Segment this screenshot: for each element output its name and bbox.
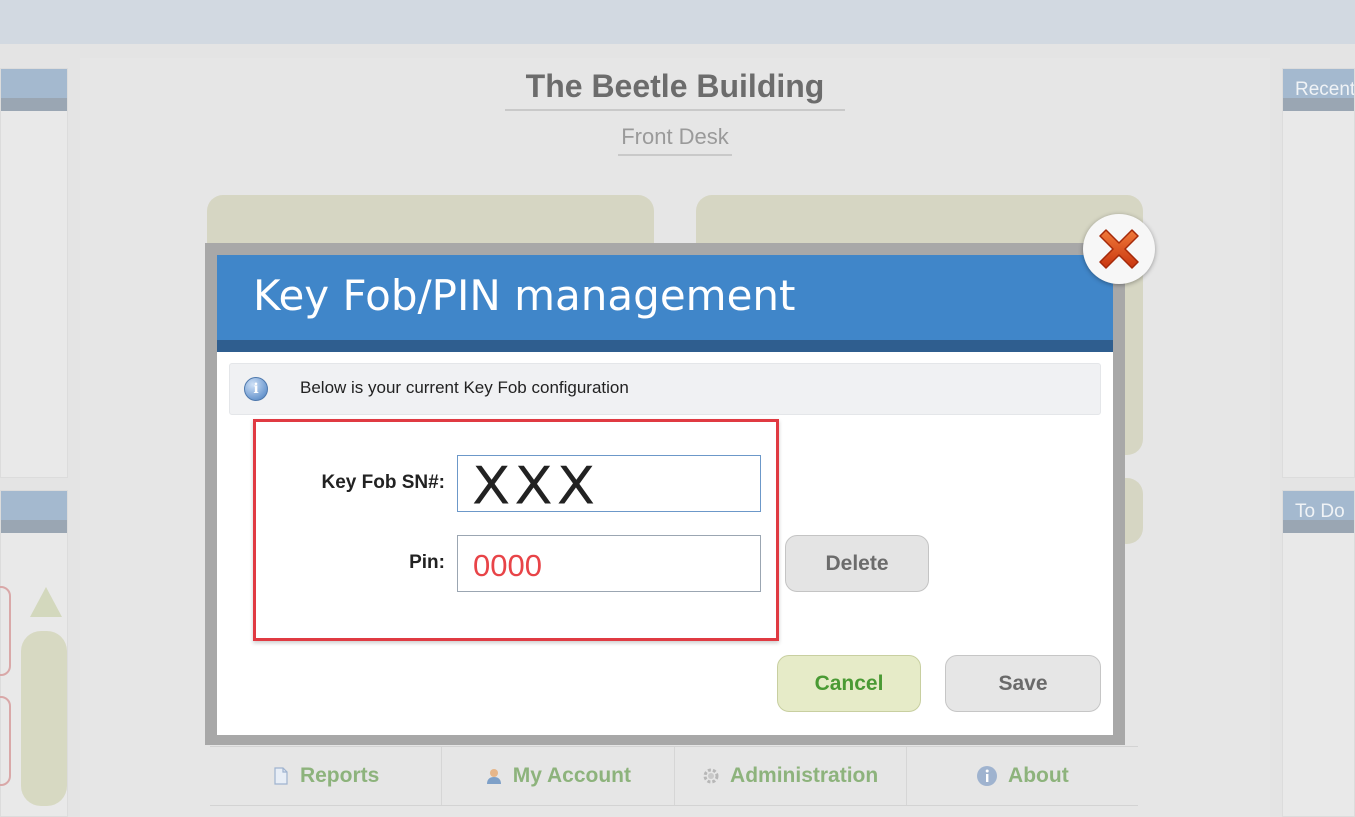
todo-panel: To Do: [1282, 490, 1355, 817]
gear-icon: [702, 767, 720, 785]
bottom-nav: Reports My Account Administration About: [210, 746, 1138, 806]
nav-my-account[interactable]: My Account: [442, 747, 675, 805]
close-x-icon: [1099, 229, 1139, 269]
nav-about-label: About: [1008, 764, 1069, 787]
delete-button[interactable]: Delete: [785, 535, 929, 592]
top-bar: [0, 0, 1355, 44]
nav-reports-label: Reports: [299, 764, 380, 787]
left-list-card[interactable]: [0, 696, 11, 786]
save-button[interactable]: Save: [945, 655, 1101, 712]
highlight-annotation-box: [253, 419, 779, 641]
recent-panel: Recent: [1282, 68, 1355, 478]
pin-label: Pin:: [409, 552, 445, 573]
scrollbar-track[interactable]: [21, 631, 67, 806]
nav-my-account-label: My Account: [512, 764, 631, 787]
recent-panel-header: Recent: [1283, 69, 1354, 111]
info-bar: i Below is your current Key Fob configur…: [229, 363, 1101, 415]
key-fob-input[interactable]: XXX: [457, 455, 761, 516]
nav-reports[interactable]: Reports: [210, 747, 443, 805]
building-title: The Beetle Building: [505, 68, 845, 111]
building-subtitle: Front Desk: [618, 124, 732, 156]
nav-about[interactable]: About: [907, 747, 1138, 805]
document-icon: [272, 767, 290, 785]
user-icon: [485, 767, 503, 785]
info-icon: i: [244, 377, 268, 401]
key-fob-value: XXX: [472, 456, 600, 517]
scroll-up-arrow-icon[interactable]: [30, 587, 62, 617]
info-icon: [976, 765, 998, 787]
nav-administration[interactable]: Administration: [675, 747, 907, 805]
info-text: Below is your current Key Fob configurat…: [300, 378, 629, 397]
key-fob-modal: Key Fob/PIN management i Below is your c…: [217, 255, 1113, 735]
left-column: [0, 58, 68, 817]
pin-input[interactable]: 0000: [457, 535, 761, 592]
close-modal-button[interactable]: [1083, 214, 1155, 284]
modal-title: Key Fob/PIN management: [253, 271, 796, 320]
left-panel-top: [0, 68, 68, 478]
modal-header: Key Fob/PIN management: [217, 255, 1113, 352]
todo-panel-header: To Do: [1283, 491, 1354, 533]
left-panel-bottom: [0, 490, 68, 817]
key-fob-label: Key Fob SN#:: [321, 472, 445, 493]
left-panel-bottom-header: [1, 491, 67, 533]
left-list-card[interactable]: [0, 586, 11, 676]
left-panel-top-header: [1, 69, 67, 111]
nav-administration-label: Administration: [730, 764, 879, 787]
pin-value: 0000: [473, 548, 542, 583]
cancel-button[interactable]: Cancel: [777, 655, 921, 712]
